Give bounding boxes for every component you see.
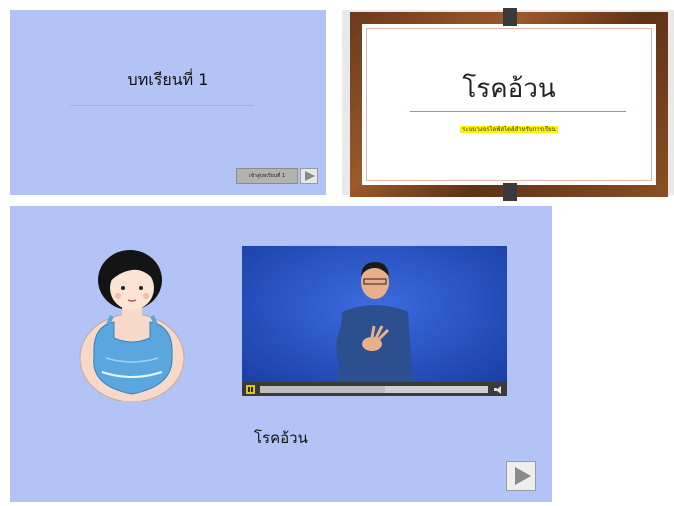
title-divider <box>70 105 254 106</box>
wood-frame: โรคอ้วน ระบบวงจรไลฟ์สไตล์สำหรับการเรียน <box>350 8 668 201</box>
paper-sheet: โรคอ้วน ระบบวงจรไลฟ์สไตล์สำหรับการเรียน <box>362 24 656 185</box>
video-lesson-slide: โรคอ้วน <box>10 206 552 502</box>
signer-video-frame <box>242 246 507 396</box>
start-lesson-button[interactable]: เข้าสู่บทเรียนที่ 1 <box>236 167 318 185</box>
play-arrow-icon[interactable] <box>300 168 318 184</box>
lesson-title-slide: บทเรียนที่ 1 เข้าสู่บทเรียนที่ 1 <box>10 10 326 195</box>
video-caption: โรคอ้วน <box>254 429 308 447</box>
next-slide-button[interactable] <box>506 461 536 491</box>
pause-icon[interactable] <box>246 384 255 394</box>
volume-icon[interactable] <box>493 385 503 394</box>
frame-clip-bottom <box>503 183 517 201</box>
seek-bar[interactable] <box>260 385 488 393</box>
next-arrow-icon[interactable] <box>515 467 531 485</box>
frame-clip-top <box>503 8 517 26</box>
disease-title: โรคอ้วน <box>462 74 556 104</box>
obese-woman-illustration <box>79 250 185 401</box>
highlighted-subtitle: ระบบวงจรไลฟ์สไตล์สำหรับการเรียน <box>362 116 656 135</box>
title-underline <box>410 111 626 112</box>
start-lesson-label[interactable]: เข้าสู่บทเรียนที่ 1 <box>236 168 298 184</box>
disease-title-slide: โรคอ้วน ระบบวงจรไลฟ์สไตล์สำหรับการเรียน <box>342 8 674 201</box>
lesson-title: บทเรียนที่ 1 <box>127 70 209 89</box>
sign-language-video[interactable] <box>242 246 507 396</box>
subtitle-text: ระบบวงจรไลฟ์สไตล์สำหรับการเรียน <box>460 126 558 133</box>
video-controls <box>242 382 507 396</box>
seek-progress <box>260 385 386 393</box>
